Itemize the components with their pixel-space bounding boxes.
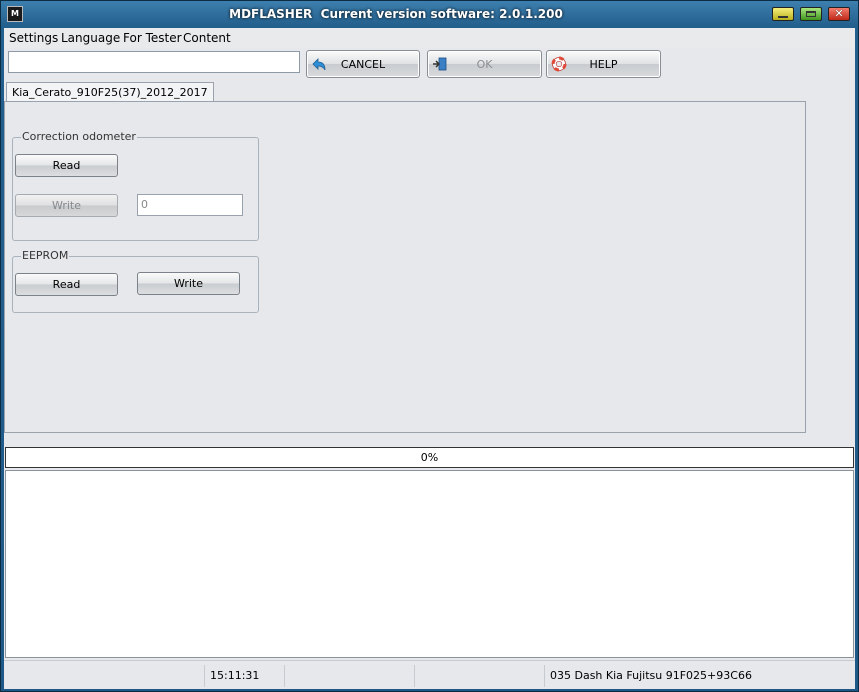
toolbar-input[interactable]: [8, 51, 300, 73]
status-cell-1: [4, 665, 204, 687]
menu-content[interactable]: Content: [183, 31, 231, 45]
menu-for-tester[interactable]: For Tester: [123, 31, 182, 45]
progress-bar: 0%: [5, 447, 854, 468]
window-title: MDFLASHER Current version software: 2.0.…: [229, 7, 563, 21]
odometer-write-button[interactable]: Write: [15, 194, 118, 217]
odometer-group: Correction odometer Read Write 0: [12, 130, 259, 241]
app-window: M MDFLASHER Current version software: 2.…: [0, 0, 859, 692]
eeprom-read-button[interactable]: Read: [15, 273, 118, 296]
status-cell-3: [284, 665, 414, 687]
help-label: HELP: [589, 58, 618, 71]
tab-kia-cerato[interactable]: Kia_Cerato_910F25(37)_2012_2017: [6, 82, 214, 102]
menu-language[interactable]: Language: [61, 31, 120, 45]
log-area[interactable]: [5, 470, 854, 658]
help-button[interactable]: HELP: [546, 50, 661, 78]
status-cell-4: [414, 665, 544, 687]
odometer-read-button[interactable]: Read: [15, 154, 118, 177]
odometer-value-input[interactable]: 0: [137, 194, 243, 216]
client-area: Settings Language For Tester Content CAN…: [4, 28, 855, 689]
menu-bar: Settings Language For Tester Content: [4, 28, 855, 48]
eeprom-group: EEPROM Read Write: [12, 249, 259, 313]
status-device: 035 Dash Kia Fujitsu 91F025+93C66: [544, 665, 855, 687]
close-button[interactable]: ✕: [828, 7, 850, 21]
cancel-button[interactable]: CANCEL: [306, 50, 420, 78]
progress-text: 0%: [420, 451, 439, 464]
eeprom-group-title: EEPROM: [21, 249, 70, 262]
tab-panel: Correction odometer Read Write 0 EEPROM …: [4, 101, 806, 433]
maximize-button[interactable]: [800, 7, 822, 21]
cancel-label: CANCEL: [340, 58, 386, 71]
status-bar: 15:11:31 035 Dash Kia Fujitsu 91F025+93C…: [4, 660, 855, 689]
ok-button[interactable]: OK: [427, 50, 542, 78]
minimize-button[interactable]: [772, 7, 794, 21]
close-icon: ✕: [834, 7, 844, 20]
minimize-icon: [778, 16, 788, 18]
eeprom-write-button[interactable]: Write: [137, 272, 240, 295]
title-bar[interactable]: M MDFLASHER Current version software: 2.…: [1, 1, 858, 28]
menu-settings[interactable]: Settings: [9, 31, 58, 45]
status-time: 15:11:31: [204, 665, 284, 687]
maximize-icon: [806, 11, 816, 17]
odometer-group-title: Correction odometer: [21, 130, 137, 143]
ok-label: OK: [476, 58, 493, 71]
